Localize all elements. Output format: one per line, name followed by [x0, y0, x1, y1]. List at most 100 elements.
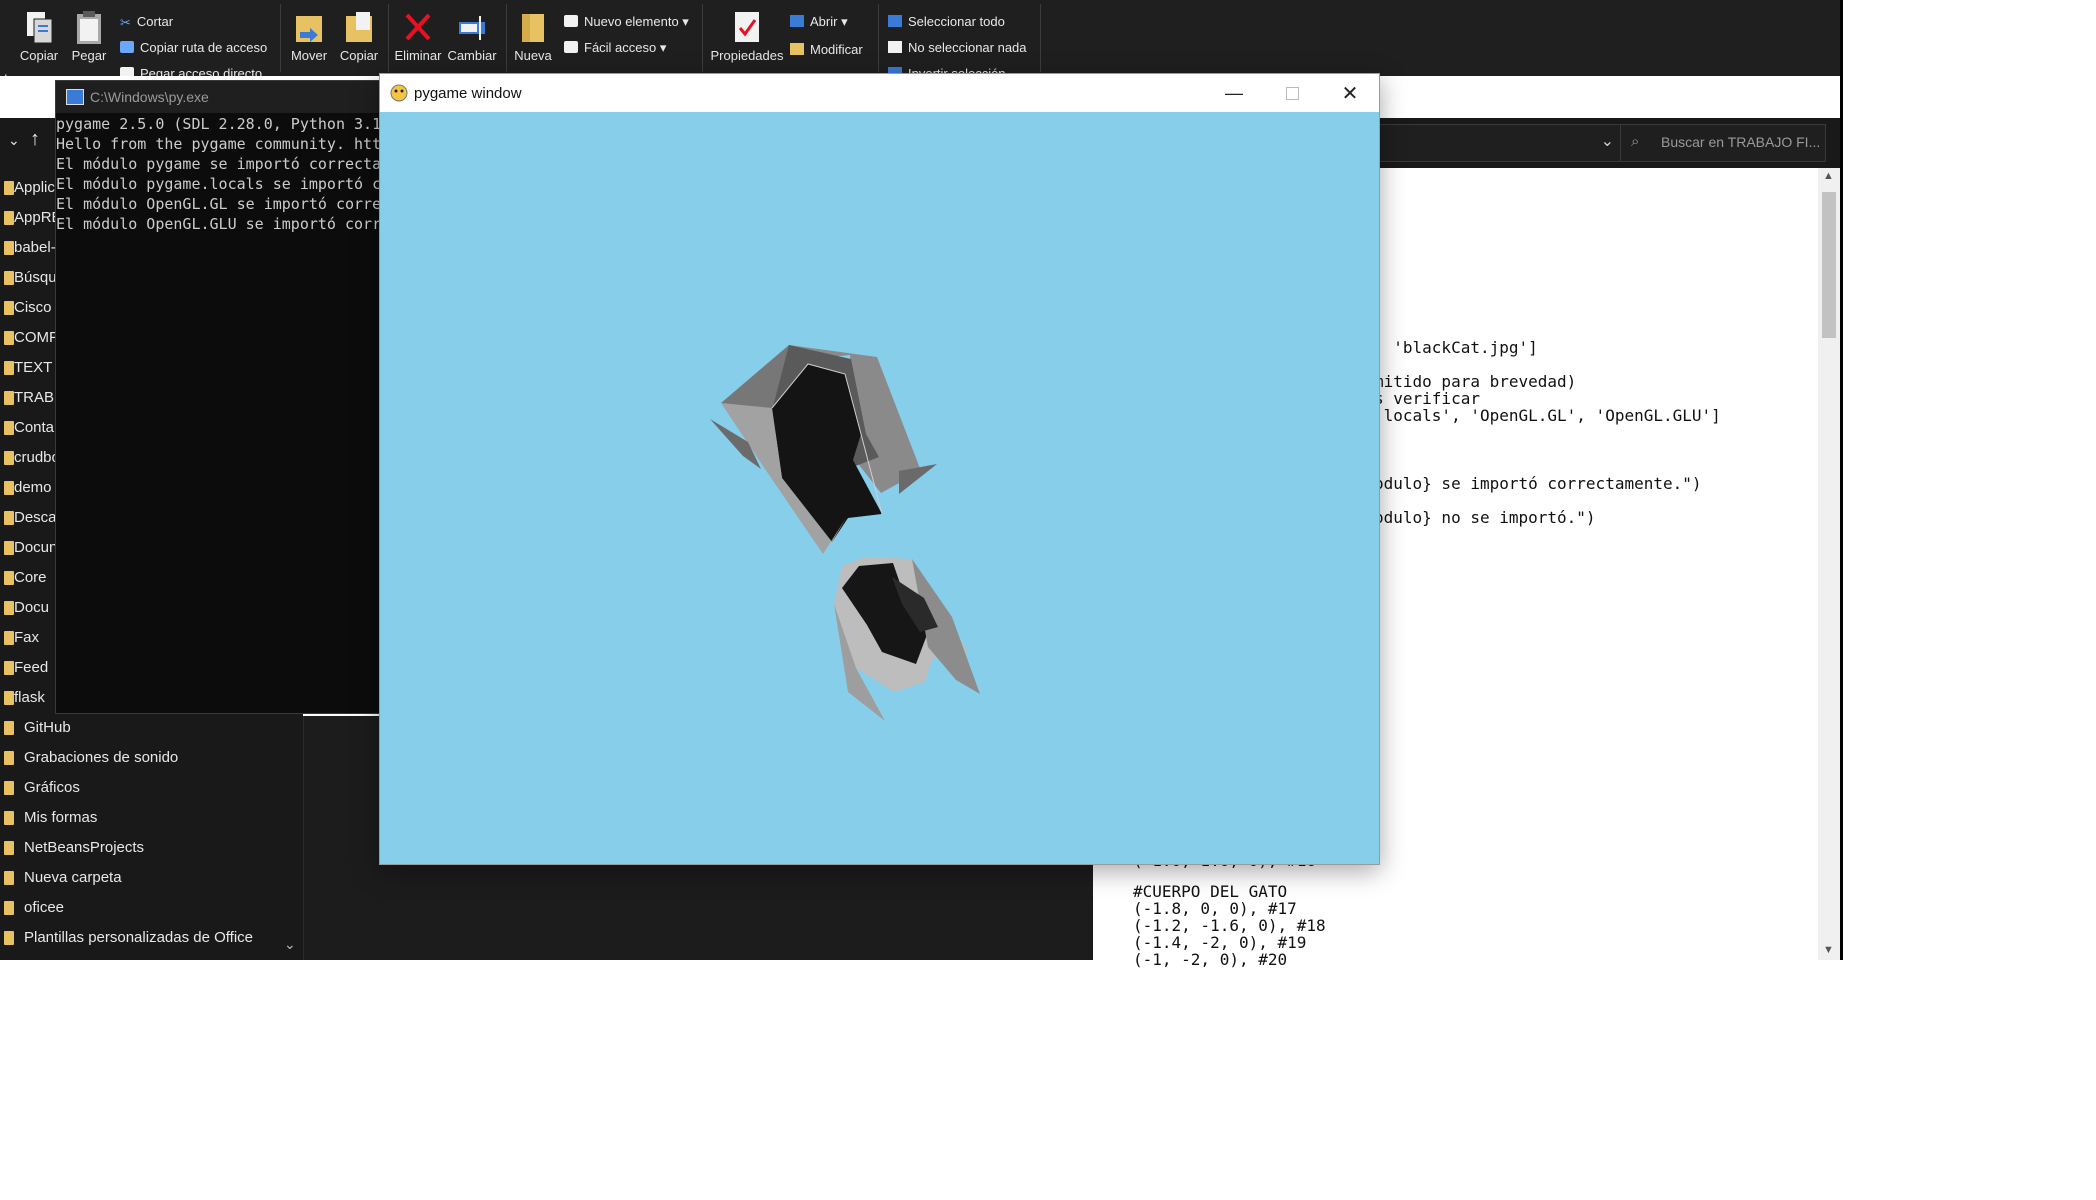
- new-folder-label: Nueva: [514, 48, 552, 63]
- folder-icon: [4, 361, 14, 375]
- select-none-label: No seleccionar nada: [908, 40, 1027, 55]
- sidebar-item[interactable]: Conta: [0, 414, 55, 442]
- sidebar-item[interactable]: Búsqu: [0, 264, 55, 292]
- rename-button[interactable]: Cambiar: [444, 10, 500, 63]
- ribbon-divider: [878, 4, 879, 72]
- folder-icon: [4, 661, 14, 675]
- sidebar-item-label: Gráficos: [24, 779, 80, 796]
- modify-button[interactable]: Modificar: [790, 42, 863, 57]
- scroll-down-icon[interactable]: ▼: [1823, 944, 1834, 956]
- scroll-up-icon[interactable]: ▲: [1823, 170, 1834, 182]
- folder-icon: [4, 421, 14, 435]
- sidebar-item[interactable]: NetBeansProjects: [0, 834, 300, 862]
- sidebar-item[interactable]: Feed: [0, 654, 55, 682]
- code-line: (-1, -2, 0), #20: [1133, 950, 1288, 969]
- copy-button[interactable]: Copiar: [14, 10, 64, 63]
- sidebar-item[interactable]: Grabaciones de sonido: [0, 744, 300, 772]
- sidebar-scroll-down-icon[interactable]: ⌄: [284, 936, 296, 953]
- sidebar-item[interactable]: Docu: [0, 594, 55, 622]
- sidebar-item-label: Conta: [14, 419, 55, 436]
- paste-shortcut-button[interactable]: Pegar acceso directo: [120, 66, 262, 76]
- copy-path-button[interactable]: Copiar ruta de acceso: [120, 40, 267, 55]
- sidebar-item[interactable]: demo: [0, 474, 55, 502]
- ribbon-divider: [1040, 4, 1041, 72]
- code-line: odulo} no se importó."): [1374, 508, 1596, 527]
- paste-button[interactable]: Pegar: [66, 10, 112, 63]
- console-line: El módulo OpenGL.GLU se importó corr: [56, 215, 382, 233]
- properties-button[interactable]: Propiedades: [706, 10, 788, 63]
- pencil-icon: [790, 43, 804, 55]
- rename-icon: [457, 10, 487, 44]
- sidebar-item-label: Fax: [14, 629, 40, 646]
- pygame-canvas[interactable]: [380, 112, 1379, 864]
- sidebar-item[interactable]: GitHub: [0, 714, 300, 742]
- pygame-titlebar[interactable]: pygame window — ✕: [380, 74, 1379, 112]
- close-button[interactable]: ✕: [1321, 74, 1379, 112]
- delete-button[interactable]: Eliminar: [392, 10, 444, 63]
- folder-icon: [4, 391, 14, 405]
- sidebar-item[interactable]: Core: [0, 564, 55, 592]
- sidebar-item[interactable]: Gráficos: [0, 774, 300, 802]
- open-button[interactable]: Abrir ▾: [790, 14, 848, 30]
- sidebar-item[interactable]: Nueva carpeta: [0, 864, 300, 892]
- copy-icon: [24, 10, 54, 44]
- sidebar-item-label: Nueva carpeta: [24, 869, 122, 886]
- sidebar-item[interactable]: TRAB: [0, 384, 55, 412]
- cut-button[interactable]: ✂ Cortar: [120, 14, 173, 30]
- sidebar-item-label: flask: [14, 689, 45, 706]
- select-none-button[interactable]: No seleccionar nada: [888, 40, 1027, 55]
- sidebar-item[interactable]: Docun: [0, 534, 55, 562]
- console-window[interactable]: C:\Windows\py.exe pygame 2.5.0 (SDL 2.28…: [55, 80, 387, 714]
- pygame-window[interactable]: pygame window — ✕: [379, 73, 1380, 865]
- console-line: pygame 2.5.0 (SDL 2.28.0, Python 3.1: [56, 115, 382, 133]
- address-dropdown-icon[interactable]: ⌄: [1601, 131, 1614, 151]
- sidebar-item[interactable]: flask: [0, 684, 55, 712]
- folder-icon: [4, 901, 14, 915]
- new-folder-button[interactable]: Nueva: [510, 10, 556, 63]
- sidebar-item-label: Applic: [14, 179, 55, 196]
- sidebar-item-label: AppRE: [14, 209, 55, 226]
- copy-to-button[interactable]: Copiar: [336, 10, 382, 63]
- sidebar-item[interactable]: babel-: [0, 234, 55, 262]
- search-input[interactable]: ⌕ Buscar en TRABAJO FI...: [1620, 124, 1826, 162]
- sidebar-item-label: crudbo: [14, 449, 55, 466]
- pygame-title: pygame window: [414, 85, 522, 102]
- sidebar-item[interactable]: Applic: [0, 174, 55, 202]
- sidebar-item-label: Cisco l: [14, 299, 55, 316]
- sidebar-item[interactable]: TEXT: [0, 354, 55, 382]
- sidebar-item-label: Mis formas: [24, 809, 98, 826]
- folder-icon: [4, 451, 14, 465]
- black-cat-render: [710, 345, 980, 721]
- sidebar-item[interactable]: AppRE: [0, 204, 55, 232]
- sidebar-item-label: Desca: [14, 509, 55, 526]
- scrollbar-thumb[interactable]: [1822, 192, 1836, 338]
- move-to-button[interactable]: Mover: [286, 10, 332, 63]
- minimize-button[interactable]: —: [1205, 74, 1263, 112]
- folder-icon: [4, 871, 14, 885]
- sidebar-item-label: TRAB: [14, 389, 55, 406]
- sidebar-item[interactable]: Desca: [0, 504, 55, 532]
- easy-access-button[interactable]: Fácil acceso ▾: [564, 40, 666, 56]
- code-line: , 'blackCat.jpg']: [1374, 338, 1538, 357]
- select-all-button[interactable]: Seleccionar todo: [888, 14, 1005, 29]
- sidebar-item[interactable]: crudbo: [0, 444, 55, 472]
- sidebar-item[interactable]: COMP: [0, 324, 55, 352]
- sidebar-item-label: TEXT: [14, 359, 53, 376]
- rename-label: Cambiar: [447, 48, 497, 63]
- maximize-button[interactable]: [1263, 74, 1321, 112]
- console-title: C:\Windows\py.exe: [90, 89, 209, 105]
- sidebar-item-label: Feed: [14, 659, 49, 676]
- sidebar-item[interactable]: oficee: [0, 894, 300, 922]
- console-titlebar[interactable]: C:\Windows\py.exe: [56, 81, 386, 113]
- sidebar-item[interactable]: Fax: [0, 624, 55, 652]
- console-line: El módulo pygame se importó correcta: [56, 155, 382, 173]
- sidebar-item-label: GitHub: [24, 719, 71, 736]
- folder-icon: [4, 541, 14, 555]
- sidebar-item[interactable]: Cisco l: [0, 294, 55, 322]
- sidebar-item[interactable]: Plantillas personalizadas de Office: [0, 924, 300, 952]
- new-item-button[interactable]: Nuevo elemento ▾: [564, 14, 689, 30]
- folder-icon: [4, 841, 14, 855]
- sidebar-item[interactable]: Mis formas: [0, 804, 300, 832]
- recent-locations-chevron-icon[interactable]: ⌄: [8, 132, 20, 149]
- up-arrow-icon[interactable]: ↑: [30, 128, 40, 151]
